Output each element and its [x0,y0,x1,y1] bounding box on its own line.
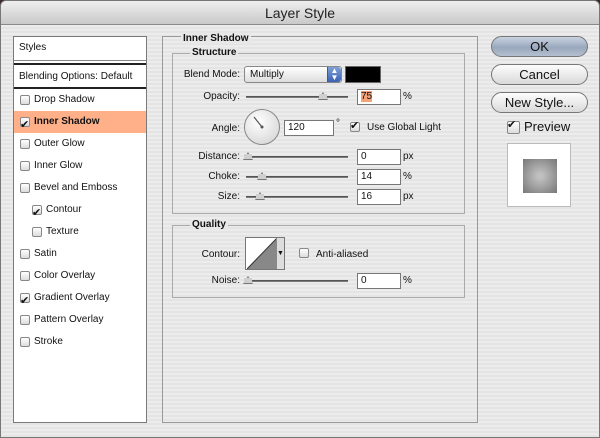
ok-button[interactable]: OK [491,36,588,57]
anti-aliased-label: Anti-aliased [316,249,369,260]
inner-shadow-checkbox[interactable] [20,114,30,136]
style-item-bevel-emboss[interactable]: Bevel and Emboss [14,177,146,199]
satin-checkbox[interactable] [20,249,30,259]
style-item-inner-glow[interactable]: Inner Glow [14,155,146,177]
style-item-label: Pattern Overlay [34,314,104,325]
opacity-value: 75 [361,91,373,102]
style-item-label: Inner Glow [34,160,83,171]
style-item-texture[interactable]: Texture [14,221,146,243]
contour-picker[interactable]: ▼ [245,237,285,270]
opacity-unit: % [403,91,412,102]
style-item-label: Gradient Overlay [34,292,110,303]
styles-header[interactable]: Styles [14,37,146,61]
anti-aliased-checkbox[interactable] [299,248,309,258]
inner-glow-checkbox[interactable] [20,161,30,171]
size-unit: px [403,191,414,202]
size-field[interactable]: 16 [357,189,401,205]
style-item-stroke[interactable]: Stroke [14,331,146,353]
blending-options-item[interactable]: Blending Options: Default [14,63,146,89]
style-item-outer-glow[interactable]: Outer Glow [14,133,146,155]
style-item-label: Outer Glow [34,138,85,149]
blend-mode-label: Blend Mode: [183,69,240,80]
blend-mode-select[interactable]: Multiply ▲ ▼ [244,66,342,83]
style-item-label: Color Overlay [34,270,96,281]
texture-checkbox[interactable] [32,227,42,237]
distance-slider-track[interactable] [246,156,348,158]
distance-field[interactable]: 0 [357,149,401,165]
style-item-label: Bevel and Emboss [34,182,118,193]
use-global-light-label: Use Global Light [367,122,441,133]
style-item-label: Texture [46,226,79,237]
cancel-button[interactable]: Cancel [491,64,588,85]
angle-dial[interactable] [244,109,280,145]
stroke-checkbox[interactable] [20,337,30,347]
pattern-overlay-checkbox[interactable] [20,315,30,325]
bevel-emboss-checkbox[interactable] [20,183,30,193]
preview-swatch [523,159,557,193]
contour-label: Contour: [201,249,240,260]
noise-unit: % [403,275,412,286]
window-title: Layer Style [1,1,599,25]
contour-checkbox[interactable] [32,202,42,224]
chevron-updown-icon: ▲ ▼ [327,67,341,82]
style-item-label: Drop Shadow [34,94,95,105]
distance-unit: px [403,151,414,162]
blend-mode-value: Multiply [250,69,284,80]
choke-slider-thumb[interactable] [257,172,267,180]
new-style-button[interactable]: New Style... [491,92,588,113]
choke-field[interactable]: 14 [357,169,401,185]
opacity-field[interactable]: 75 [357,89,401,105]
angle-needle-icon [253,116,264,129]
opacity-label: Opacity: [203,91,240,102]
style-item-satin[interactable]: Satin [14,243,146,265]
structure-title: Structure [190,47,239,58]
use-global-light-checkbox[interactable] [350,119,360,132]
noise-slider-track[interactable] [246,280,348,282]
choke-label: Choke: [208,171,240,182]
style-item-label: Inner Shadow [34,116,100,127]
gradient-overlay-checkbox[interactable] [20,290,30,312]
style-item-color-overlay[interactable]: Color Overlay [14,265,146,287]
size-slider-thumb[interactable] [255,192,265,200]
style-item-pattern-overlay[interactable]: Pattern Overlay [14,309,146,331]
distance-label: Distance: [198,151,240,162]
contour-dropdown-icon[interactable]: ▼ [276,238,284,269]
outer-glow-checkbox[interactable] [20,139,30,149]
choke-unit: % [403,171,412,182]
opacity-slider-thumb[interactable] [318,92,328,100]
styles-list: Styles Blending Options: Default Drop Sh… [13,36,147,423]
angle-label: Angle: [211,123,240,134]
noise-field[interactable]: 0 [357,273,401,289]
panel-title: Inner Shadow [181,33,251,44]
preview-label: Preview [524,119,571,134]
style-item-contour[interactable]: Contour [14,199,146,224]
quality-title: Quality [190,219,228,230]
noise-slider-thumb[interactable] [243,276,253,284]
angle-field[interactable]: 120 [284,120,334,136]
layer-style-dialog: Layer Style Styles Blending Options: Def… [0,0,600,438]
drop-shadow-checkbox[interactable] [20,95,30,105]
shadow-color-swatch[interactable] [345,66,381,83]
preview-checkbox[interactable] [507,118,520,134]
contour-curve-icon [247,238,277,269]
noise-label: Noise: [211,275,240,286]
color-overlay-checkbox[interactable] [20,271,30,281]
style-item-inner-shadow[interactable]: Inner Shadow [14,111,146,136]
style-item-label: Satin [34,248,57,259]
angle-unit: ° [336,118,340,129]
style-item-label: Stroke [34,336,63,347]
style-item-drop-shadow[interactable]: Drop Shadow [14,89,146,111]
opacity-slider-track[interactable] [246,96,348,98]
quality-group [172,225,465,298]
size-label: Size: [217,191,240,202]
distance-slider-thumb[interactable] [243,152,253,160]
style-item-gradient-overlay[interactable]: Gradient Overlay [14,287,146,312]
style-item-label: Contour [46,204,82,215]
style-preview-thumbnail [507,143,571,207]
